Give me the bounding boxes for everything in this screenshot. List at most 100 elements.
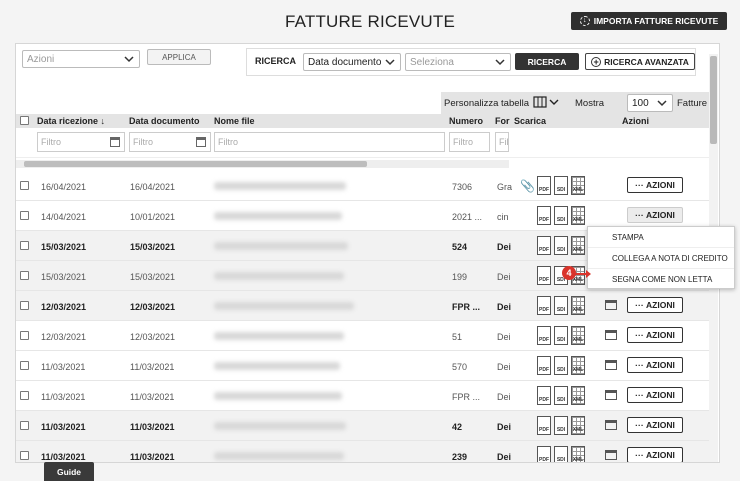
xml-label: XML — [572, 427, 584, 433]
row-actions-button[interactable]: ··· AZIONI — [627, 177, 683, 193]
row-checkbox[interactable] — [20, 271, 29, 280]
menu-item-stampa[interactable]: STAMPA — [588, 227, 734, 248]
table-row[interactable]: 11/03/2021 11/03/2021 239 Dei PDF SDI XML ··· A… — [16, 441, 709, 462]
col-nome-file[interactable]: Nome file — [214, 116, 255, 126]
xml-icon[interactable]: XML — [571, 356, 585, 375]
table-row[interactable]: 12/03/2021 12/03/2021 51 Dei PDF SDI XML ··· AZ… — [16, 321, 709, 351]
sdi-icon[interactable]: SDI — [554, 416, 568, 435]
row-checkbox[interactable] — [20, 421, 29, 430]
page-size-select[interactable]: 100 — [627, 94, 673, 112]
archive-icon[interactable] — [605, 330, 617, 340]
import-invoices-button[interactable]: ↓ IMPORTA FATTURE RICEVUTE — [571, 12, 727, 30]
search-button[interactable]: RICERCA — [515, 53, 579, 70]
sdi-icon[interactable]: SDI — [554, 356, 568, 375]
pdf-icon[interactable]: PDF — [537, 356, 551, 375]
row-actions-button[interactable]: ··· AZIONI — [627, 417, 683, 433]
row-actions-label: AZIONI — [646, 300, 675, 310]
row-checkbox[interactable] — [20, 181, 29, 190]
customize-table-label[interactable]: Personalizza tabella — [444, 98, 529, 109]
download-icons: PDF SDI XML — [537, 386, 585, 405]
sdi-icon[interactable]: SDI — [554, 386, 568, 405]
scroll-thumb[interactable] — [710, 56, 717, 144]
row-actions-button[interactable]: ··· AZIONI — [627, 357, 683, 373]
row-checkbox[interactable] — [20, 391, 29, 400]
row-checkbox[interactable] — [20, 331, 29, 340]
pdf-icon[interactable]: PDF — [537, 296, 551, 315]
pdf-icon[interactable]: PDF — [537, 206, 551, 225]
table-header: Data ricezione ↓ Data documento Nome fil… — [16, 114, 709, 128]
table-row[interactable]: 12/03/2021 12/03/2021 FPR ... Dei PDF SDI XML ·… — [16, 291, 709, 321]
guide-tab[interactable]: Guide — [44, 462, 94, 481]
calendar-icon[interactable] — [196, 137, 206, 147]
table-row[interactable]: 11/03/2021 11/03/2021 570 Dei PDF SDI XML ··· A… — [16, 351, 709, 381]
sdi-icon[interactable]: SDI — [554, 326, 568, 345]
cell-fornitore: Dei — [497, 362, 511, 372]
sdi-icon[interactable]: SDI — [554, 296, 568, 315]
cell-fornitore: Dei — [497, 272, 511, 282]
row-checkbox[interactable] — [20, 451, 29, 460]
sdi-icon[interactable]: SDI — [554, 236, 568, 255]
row-checkbox[interactable] — [20, 211, 29, 220]
filter-documento[interactable]: Filtro — [129, 132, 211, 152]
archive-icon[interactable] — [605, 390, 617, 400]
pdf-label: PDF — [539, 307, 549, 313]
menu-item-collega-nota-credito[interactable]: COLLEGA A NOTA DI CREDITO — [588, 248, 734, 269]
archive-icon[interactable] — [605, 420, 617, 430]
row-actions-button[interactable]: ··· AZIONI — [627, 327, 683, 343]
xml-icon[interactable]: XML — [571, 236, 585, 255]
row-checkbox[interactable] — [20, 241, 29, 250]
filter-nome-file[interactable]: Filtro — [214, 132, 445, 152]
filter-fornitore[interactable]: Filtro — [495, 132, 509, 152]
archive-icon[interactable] — [605, 360, 617, 370]
xml-icon[interactable]: XML — [571, 326, 585, 345]
filter-ricezione[interactable]: Filtro — [37, 132, 125, 152]
filter-numero[interactable]: Filtro — [449, 132, 490, 152]
sdi-icon[interactable]: SDI — [554, 206, 568, 225]
row-checkbox[interactable] — [20, 361, 29, 370]
select-all-checkbox[interactable] — [20, 116, 29, 125]
col-data-documento[interactable]: Data documento — [129, 116, 200, 126]
xml-icon[interactable]: XML — [571, 296, 585, 315]
xml-icon[interactable]: XML — [571, 386, 585, 405]
pdf-icon[interactable]: PDF — [537, 326, 551, 345]
sdi-icon[interactable]: SDI — [554, 176, 568, 195]
archive-icon[interactable] — [605, 300, 617, 310]
scroll-thumb[interactable] — [24, 161, 367, 167]
cell-fornitore: Dei — [497, 422, 512, 432]
col-data-ricezione[interactable]: Data ricezione ↓ — [37, 116, 105, 126]
pdf-icon[interactable]: PDF — [537, 446, 551, 462]
cell-numero: 51 — [452, 332, 463, 342]
table-row[interactable]: 11/03/2021 11/03/2021 FPR ... Dei PDF SDI XML ·… — [16, 381, 709, 411]
xml-icon[interactable]: XML — [571, 206, 585, 225]
row-actions-button[interactable]: ··· AZIONI — [627, 207, 683, 223]
sdi-icon[interactable]: SDI — [554, 446, 568, 462]
row-actions-button[interactable]: ··· AZIONI — [627, 297, 683, 313]
pdf-icon[interactable]: PDF — [537, 386, 551, 405]
search-field-select[interactable]: Data documento — [303, 53, 401, 71]
col-numero[interactable]: Numero — [449, 116, 483, 126]
row-actions-button[interactable]: ··· AZIONI — [627, 447, 683, 462]
xml-icon[interactable]: XML — [571, 176, 585, 195]
bulk-actions-select[interactable]: Azioni — [22, 50, 140, 68]
horizontal-scrollbar[interactable] — [16, 160, 509, 168]
pdf-icon[interactable]: PDF — [537, 266, 551, 285]
archive-icon[interactable] — [605, 450, 617, 460]
row-checkbox[interactable] — [20, 301, 29, 310]
calendar-icon[interactable] — [110, 137, 120, 147]
xml-icon[interactable]: XML — [571, 416, 585, 435]
cell-data-ricezione: 11/03/2021 — [41, 422, 86, 432]
attachment-icon[interactable]: 📎 — [520, 179, 535, 193]
row-actions-button[interactable]: ··· AZIONI — [627, 387, 683, 403]
columns-icon[interactable] — [533, 96, 559, 111]
col-fornitore[interactable]: For — [495, 116, 510, 126]
pdf-icon[interactable]: PDF — [537, 236, 551, 255]
table-row[interactable]: 16/04/2021 16/04/2021 7306 Gra 📎 PDF SDI XML ···… — [16, 171, 709, 201]
pdf-icon[interactable]: PDF — [537, 176, 551, 195]
pdf-icon[interactable]: PDF — [537, 416, 551, 435]
apply-button[interactable]: APPLICA — [147, 49, 211, 65]
menu-item-segna-non-letta[interactable]: SEGNA COME NON LETTA — [588, 269, 734, 290]
xml-icon[interactable]: XML — [571, 446, 585, 462]
search-value-select[interactable]: Seleziona — [405, 53, 511, 71]
table-row[interactable]: 11/03/2021 11/03/2021 42 Dei PDF SDI XML ··· AZ… — [16, 411, 709, 441]
advanced-search-button[interactable]: + RICERCA AVANZATA — [585, 53, 695, 70]
